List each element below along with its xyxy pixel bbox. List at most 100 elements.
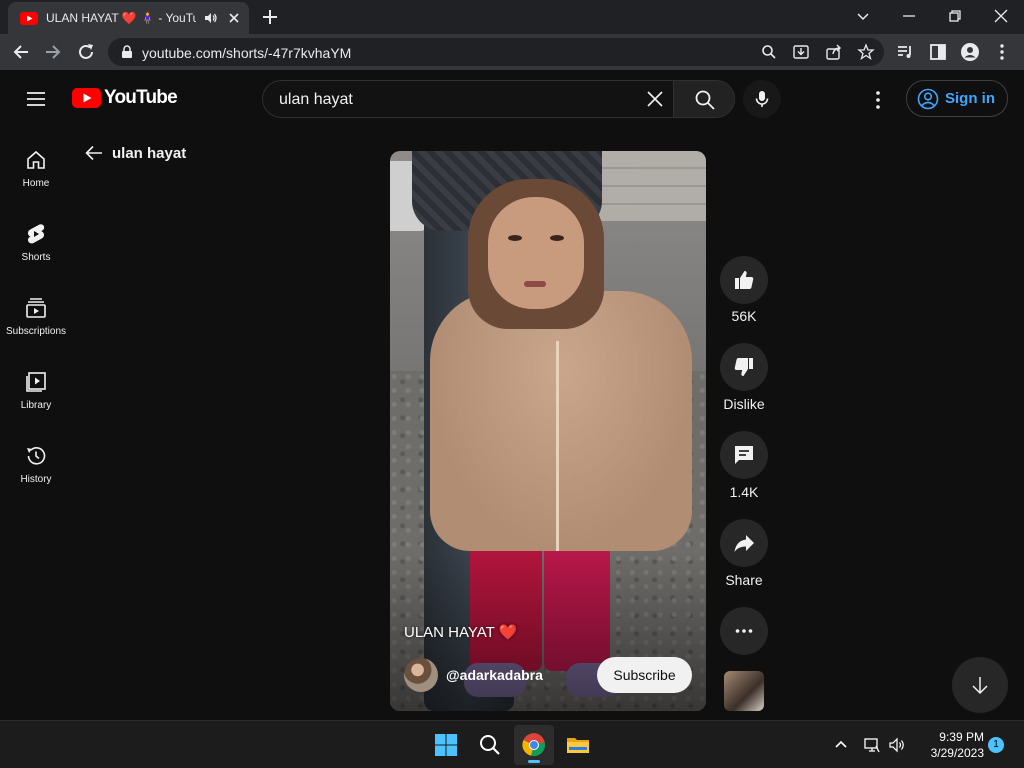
guide-item-history[interactable]: History — [0, 444, 72, 504]
tab-search-chevron-icon[interactable] — [853, 6, 873, 26]
folder-icon — [567, 738, 589, 753]
clock-date: 3/29/2023 — [930, 746, 984, 760]
audio-playing-icon[interactable] — [204, 11, 218, 25]
start-button[interactable] — [426, 725, 466, 765]
video-frame — [524, 281, 546, 287]
youtube-favicon-icon — [20, 12, 38, 25]
taskbar-file-explorer-button[interactable] — [558, 725, 598, 765]
search-input[interactable]: ulan hayat — [262, 80, 673, 118]
short-title[interactable]: ULAN HAYAT ❤️ — [404, 623, 517, 641]
subscribe-button[interactable]: Subscribe — [597, 657, 692, 693]
guide-label-home: Home — [22, 178, 50, 189]
close-window-icon[interactable] — [991, 6, 1011, 26]
share-arrow-icon — [734, 535, 754, 552]
sound-thumbnail[interactable] — [724, 671, 764, 711]
thumbs-down-icon — [734, 358, 753, 376]
guide-label-subscriptions: Subscriptions — [5, 326, 67, 337]
guide-item-subscriptions[interactable]: Subscriptions — [0, 296, 72, 356]
youtube-header: YouTube ulan hayat Sign in — [0, 70, 1024, 126]
dislike-label: Dislike — [723, 396, 765, 412]
install-app-icon[interactable] — [792, 43, 810, 61]
arrow-down-icon — [972, 677, 988, 695]
voice-search-button[interactable] — [743, 80, 781, 118]
history-icon — [27, 447, 46, 465]
more-actions-button[interactable] — [720, 607, 768, 655]
reload-icon[interactable] — [75, 41, 97, 63]
search-icon — [695, 90, 715, 110]
chrome-logo-icon — [522, 733, 545, 756]
notification-badge[interactable]: 1 — [988, 737, 1004, 753]
more-horizontal-icon — [735, 629, 753, 633]
heart-emoji: ❤️ — [498, 624, 518, 641]
short-video-player[interactable]: ULAN HAYAT ❤️ @adarkadabra Subscribe — [390, 151, 706, 711]
guide-label-shorts: Shorts — [21, 252, 51, 263]
new-tab-icon[interactable] — [260, 7, 280, 27]
share-label: Share — [725, 572, 763, 588]
chrome-menu-icon[interactable] — [992, 42, 1012, 62]
account-circle-icon — [917, 88, 939, 109]
library-icon — [26, 372, 46, 392]
browser-toolbar: youtube.com/shorts/-47r7kvhaYM — [0, 34, 1024, 70]
address-bar[interactable]: youtube.com/shorts/-47r7kvhaYM — [108, 38, 884, 66]
settings-more-icon[interactable] — [866, 88, 890, 112]
like-count: 56K — [731, 308, 757, 324]
minimize-icon[interactable] — [899, 6, 919, 26]
back-to-search-link[interactable]: ulan hayat — [84, 141, 186, 165]
taskbar-search-button[interactable] — [470, 725, 510, 765]
network-icon[interactable] — [863, 736, 881, 754]
browser-tab[interactable]: ULAN HAYAT ❤️ 🧍‍♀️ - YouTube — [8, 2, 249, 34]
close-tab-icon[interactable] — [226, 10, 242, 26]
subscriptions-icon — [26, 298, 46, 318]
comment-count: 1.4K — [729, 484, 759, 500]
youtube-logo[interactable]: YouTube — [72, 86, 178, 110]
system-clock[interactable]: 9:39 PM 3/29/2023 — [914, 729, 984, 761]
guide-label-history: History — [20, 474, 52, 485]
sign-in-label: Sign in — [945, 90, 995, 107]
microphone-icon — [755, 91, 769, 107]
guide-item-home[interactable]: Home — [0, 148, 72, 208]
guide-item-library[interactable]: Library — [0, 370, 72, 430]
share-page-icon[interactable] — [825, 43, 843, 61]
windows-logo-icon — [435, 734, 457, 756]
sign-in-button[interactable]: Sign in — [906, 80, 1008, 117]
back-arrow-icon — [85, 145, 102, 161]
video-frame — [556, 341, 559, 551]
shorts-icon — [27, 224, 45, 244]
search-button[interactable] — [673, 80, 735, 118]
media-control-icon[interactable] — [895, 42, 915, 62]
channel-name[interactable]: @adarkadabra — [446, 667, 543, 683]
comments-button[interactable] — [720, 431, 768, 479]
next-short-button[interactable] — [952, 657, 1008, 713]
windows-taskbar: 9:39 PM 3/29/2023 1 — [0, 720, 1024, 768]
video-frame — [550, 235, 564, 241]
short-title-text: ULAN HAYAT — [404, 624, 495, 641]
taskbar-chrome-button[interactable] — [514, 725, 554, 765]
guide-label-library: Library — [20, 400, 52, 411]
clear-search-icon[interactable] — [645, 89, 665, 109]
channel-avatar[interactable] — [404, 658, 438, 692]
like-button[interactable] — [720, 256, 768, 304]
restore-icon[interactable] — [945, 6, 965, 26]
side-panel-icon[interactable] — [928, 42, 948, 62]
search-icon — [480, 735, 500, 755]
youtube-logo-text: YouTube — [104, 87, 178, 108]
url-text: youtube.com/shorts/-47r7kvhaYM — [142, 45, 352, 61]
volume-icon[interactable] — [888, 736, 906, 754]
guide-item-shorts[interactable]: Shorts — [0, 222, 72, 282]
active-app-indicator — [528, 760, 540, 763]
dislike-button[interactable] — [720, 343, 768, 391]
show-hidden-icons-chevron-icon[interactable] — [832, 736, 850, 754]
home-icon — [27, 150, 45, 169]
back-label: ulan hayat — [112, 144, 187, 162]
search-query-text: ulan hayat — [279, 91, 353, 108]
hamburger-menu-icon[interactable] — [24, 87, 48, 111]
youtube-play-logo-icon — [72, 88, 101, 108]
bookmark-star-icon[interactable] — [857, 43, 875, 61]
forward-arrow-icon[interactable] — [42, 41, 64, 63]
lock-icon[interactable] — [120, 45, 134, 59]
comment-icon — [735, 446, 753, 464]
profile-icon[interactable] — [960, 42, 980, 62]
zoom-search-icon[interactable] — [760, 43, 778, 61]
share-button[interactable] — [720, 519, 768, 567]
back-arrow-icon[interactable] — [10, 41, 32, 63]
